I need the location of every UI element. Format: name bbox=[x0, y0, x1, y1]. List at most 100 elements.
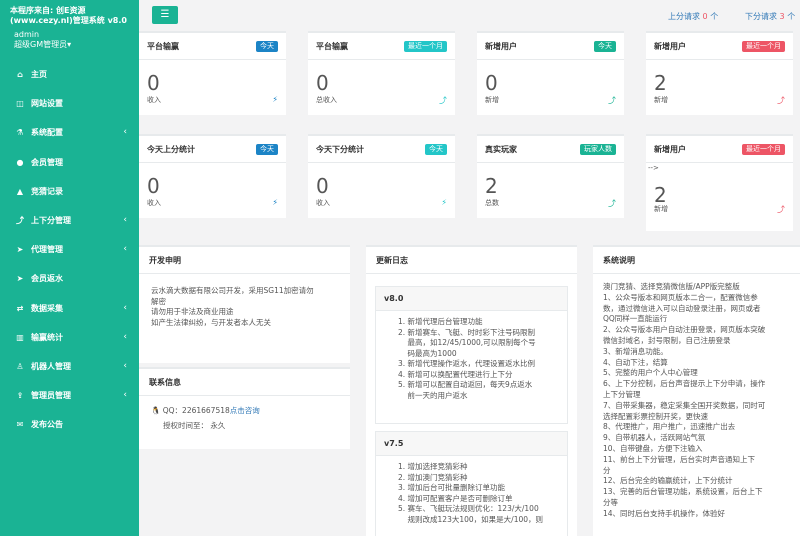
comments-icon: ✉ bbox=[16, 420, 24, 430]
trend-icon: ⤴ bbox=[608, 96, 616, 105]
trend-icon: ⤴ bbox=[439, 96, 447, 105]
sidebar-item-0[interactable]: ⌂ 主页 bbox=[0, 60, 139, 89]
system-info-line: 7、自带采集器，稳定采集全国开奖数据，同时可 bbox=[603, 400, 766, 410]
sidebar-item-5[interactable]: ⤴ 上下分管理 ‹ bbox=[0, 206, 139, 235]
stat-badge: 最近一个月 bbox=[742, 40, 785, 52]
columns-icon: ◫ bbox=[16, 99, 24, 109]
sidebar-item-4[interactable]: ▲ 竞猜记录 bbox=[0, 177, 139, 206]
system-info-line: 上下分管理 bbox=[603, 389, 641, 399]
sidebar-item-11[interactable]: ⇪ 管理员管理 ‹ bbox=[0, 381, 139, 410]
chevron-left-icon: ‹ bbox=[123, 331, 127, 342]
version-8-0-title: v8.0 bbox=[376, 287, 567, 311]
changelog-item: 3. 增加后台可批量删除订单功能 bbox=[398, 483, 506, 492]
system-info-line: 数，通过微信进入可以自动登录注册，网页或者 bbox=[603, 303, 761, 313]
up-request-link[interactable]: 上分请求 0 个 bbox=[668, 11, 718, 22]
sidebar-menu: ⌂ 主页 ◫ 网站设置 ⚗ 系统配置 ‹ ● 会员管理 ▲ 竞猜记录 ⤴ 上下分管理 ‹ ➤ 代理管理 ‹ ➤ 会员… bbox=[0, 60, 139, 439]
sidebar-item-10[interactable]: ♙ 机器人管理 ‹ bbox=[0, 352, 139, 381]
system-info-line: 11、前台上下分管理，后台实时声音通知上下 bbox=[603, 454, 756, 464]
stat-badge: 玩家人数 bbox=[580, 143, 616, 155]
dev-statement-line: 如产生法律纠纷，与开发者本人无关 bbox=[151, 317, 271, 327]
stat-label: 新增 bbox=[654, 205, 668, 213]
admin-name: admin bbox=[14, 30, 40, 39]
stat-card: 今天上分统计 今天 0 收入 ⚡ bbox=[139, 134, 286, 218]
chevron-left-icon: ‹ bbox=[123, 302, 127, 313]
menu-toggle-button[interactable]: ☰ bbox=[152, 6, 178, 24]
stat-label: 新增 bbox=[485, 96, 499, 104]
version-7-5-title: v7.5 bbox=[376, 432, 567, 456]
stat-value: 0 bbox=[485, 71, 498, 95]
system-info-body: 澳门竞猜、选择竞猜微信版/APP版完整版 1、公众号版本和网页版本二合一，配置微信… bbox=[593, 274, 800, 520]
trend-icon: ⚡ bbox=[272, 95, 278, 104]
sidebar-item-12[interactable]: ✉ 发布公告 bbox=[0, 410, 139, 439]
system-info-line: 14、同时后台支持手机操作，体验好 bbox=[603, 508, 726, 518]
sidebar-item-2[interactable]: ⚗ 系统配置 ‹ bbox=[0, 118, 139, 147]
system-info-line: 分 bbox=[603, 465, 611, 475]
level-up-icon: ⤴ bbox=[16, 216, 24, 226]
up-request-count: 0 bbox=[702, 12, 708, 21]
sidebar-item-label: 发布公告 bbox=[31, 420, 63, 430]
trend-icon: ⤴ bbox=[777, 205, 785, 214]
stat-badge: 最近一个月 bbox=[404, 40, 447, 52]
sidebar-item-label: 系统配置 bbox=[31, 128, 63, 138]
stat-card: 真实玩家 玩家人数 2 总数 ⤴ bbox=[477, 134, 624, 218]
sidebar-item-8[interactable]: ⇄ 数据采集 ‹ bbox=[0, 294, 139, 323]
sidebar-item-7[interactable]: ➤ 会员返水 bbox=[0, 264, 139, 293]
changelog-item: 规则改成123大100，如果是大/100，则 bbox=[398, 514, 544, 524]
admin-profile[interactable]: admin 超级GM管理员▾ bbox=[0, 26, 139, 50]
stat-value: 2 bbox=[654, 71, 667, 95]
down-request-count: 3 bbox=[779, 12, 785, 21]
stat-label: 收入 bbox=[147, 199, 161, 207]
trend-icon: ⚡ bbox=[441, 198, 447, 207]
system-info-line: 13、完善的后台管理功能，系统设置，后台上下 bbox=[603, 487, 763, 497]
sidebar-item-1[interactable]: ◫ 网站设置 bbox=[0, 89, 139, 118]
dev-statement-panel: 开发申明 云水滴大数据有限公司开发，采用SG11加密请勿 解密 请勿用于非法及商业用… bbox=[139, 245, 350, 363]
stat-title: 新增用户 bbox=[654, 41, 686, 51]
stat-card: 新增用户 最近一个月 2 新增 ⤴ bbox=[646, 31, 793, 115]
system-info-line: QQ同样一直能运行 bbox=[603, 314, 668, 324]
stat-value: 0 bbox=[147, 71, 160, 95]
stat-title: 平台输赢 bbox=[316, 41, 348, 51]
stat-title: 平台输赢 bbox=[147, 41, 179, 51]
stat-title: 今天下分统计 bbox=[316, 144, 364, 154]
system-info-line: 3、新增消息功能。 bbox=[603, 346, 668, 356]
male-icon: ♙ bbox=[16, 361, 24, 371]
changelog-title: 更新日志 bbox=[366, 247, 577, 274]
upload-icon: ⇪ bbox=[16, 391, 24, 401]
trend-icon: ⤴ bbox=[777, 96, 785, 105]
stat-card: 新增用户 今天 0 新增 ⤴ bbox=[477, 31, 624, 115]
version-8-0-card: v8.0 1. 新增代理后台管理功能 2. 新增赛车、飞艇、时时彩下注号码限制 最… bbox=[375, 286, 568, 424]
system-info-line: 5、完整的用户个人中心管理 bbox=[603, 368, 698, 378]
system-info-line: 10、自带键盘，方便下注输入 bbox=[603, 443, 703, 453]
stat-card: 新增用户 最近一个月 --> 2 新增 ⤴ bbox=[646, 134, 793, 231]
stat-label: 新增 bbox=[654, 96, 668, 104]
flask-icon: ⚗ bbox=[16, 128, 24, 138]
sidebar-item-label: 输赢统计 bbox=[31, 332, 63, 342]
qq-consult-link[interactable]: 点击咨询 bbox=[230, 406, 260, 415]
qq-row: 🐧 QQ：2261667518点击咨询 bbox=[151, 406, 340, 417]
qq-icon: 🐧 bbox=[151, 406, 161, 415]
sidebar-item-label: 会员管理 bbox=[31, 157, 63, 167]
stat-badge: 今天 bbox=[594, 40, 616, 52]
brand-line-2: (www.cezy.nl)管理系统 v8.0 bbox=[10, 16, 127, 25]
stat-label: 收入 bbox=[147, 96, 161, 104]
dev-statement-body: 云水滴大数据有限公司开发，采用SG11加密请勿 解密 请勿用于非法及商业用途 如产生法… bbox=[139, 274, 350, 328]
sidebar-item-label: 竞猜记录 bbox=[31, 186, 63, 196]
send-icon: ➤ bbox=[16, 274, 24, 284]
stat-label: 总数 bbox=[485, 199, 499, 207]
system-info-line: 9、自带机器人，活跃网站气氛 bbox=[603, 433, 706, 443]
auth-row: 授权时间至： 永久 bbox=[151, 421, 340, 432]
stat-badge: 今天 bbox=[425, 143, 447, 155]
sidebar-item-3[interactable]: ● 会员管理 bbox=[0, 148, 139, 177]
sidebar-item-6[interactable]: ➤ 代理管理 ‹ bbox=[0, 235, 139, 264]
admin-role-dropdown[interactable]: 超级GM管理员▾ bbox=[14, 40, 129, 50]
changelog-item: 1. 新增代理后台管理功能 bbox=[398, 317, 483, 326]
system-info-line: 选择配置彩票控制开奖，更快速 bbox=[603, 411, 708, 421]
sidebar-item-9[interactable]: ▥ 输赢统计 ‹ bbox=[0, 323, 139, 352]
stat-title: 新增用户 bbox=[654, 144, 686, 154]
system-info-line: 2、公众号版本用户自动注册登录，网页版本突破 bbox=[603, 325, 766, 335]
changelog-item: 5. 新增可以配置自动返回，每天9点返水 bbox=[398, 380, 533, 389]
stat-value: 2 bbox=[485, 174, 498, 198]
chevron-left-icon: ‹ bbox=[123, 244, 127, 255]
stat-title: 新增用户 bbox=[485, 41, 517, 51]
down-request-link[interactable]: 下分请求 3 个 bbox=[745, 11, 795, 22]
